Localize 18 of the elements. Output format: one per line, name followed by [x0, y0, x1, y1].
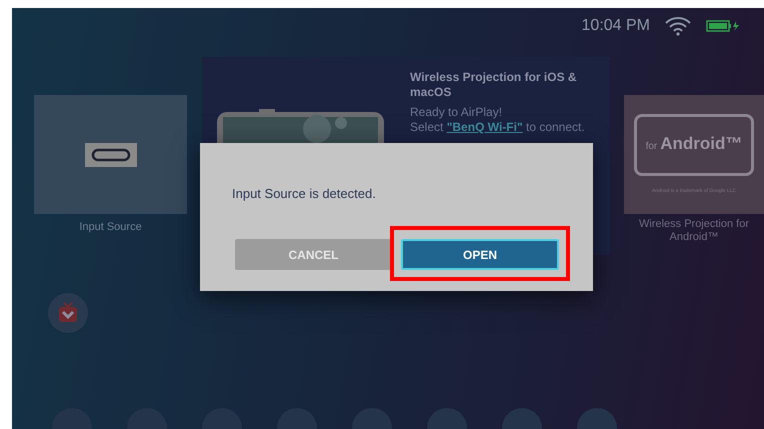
- tv-icon: [57, 302, 79, 324]
- dialog-message: Input Source is detected.: [232, 185, 376, 203]
- wifi-link[interactable]: "BenQ Wi-Fi": [446, 120, 523, 134]
- card-text: Ready to AirPlay!: [410, 105, 504, 120]
- dialog-button[interactable]: OPEN: [401, 239, 559, 270]
- badge-small-text: for: [646, 140, 658, 154]
- usb-port-icon: [84, 142, 136, 166]
- tile-label: Wireless Projection for Android™: [638, 218, 750, 244]
- card-title: Wireless Projection for iOS & macOS: [410, 70, 578, 100]
- battery-charging-icon: [706, 20, 740, 32]
- dialog-button[interactable]: CANCEL: [235, 239, 392, 270]
- input-source-tile[interactable]: [34, 95, 187, 214]
- clock-time: 10:04 PM: [582, 16, 650, 36]
- tv-app-button[interactable]: [48, 293, 88, 333]
- tile-label: Input Source: [79, 220, 142, 235]
- badge-large-text: Android™: [660, 132, 742, 155]
- card-text: Select "BenQ Wi-Fi" to connect.: [410, 120, 586, 135]
- wifi-icon: [664, 16, 692, 36]
